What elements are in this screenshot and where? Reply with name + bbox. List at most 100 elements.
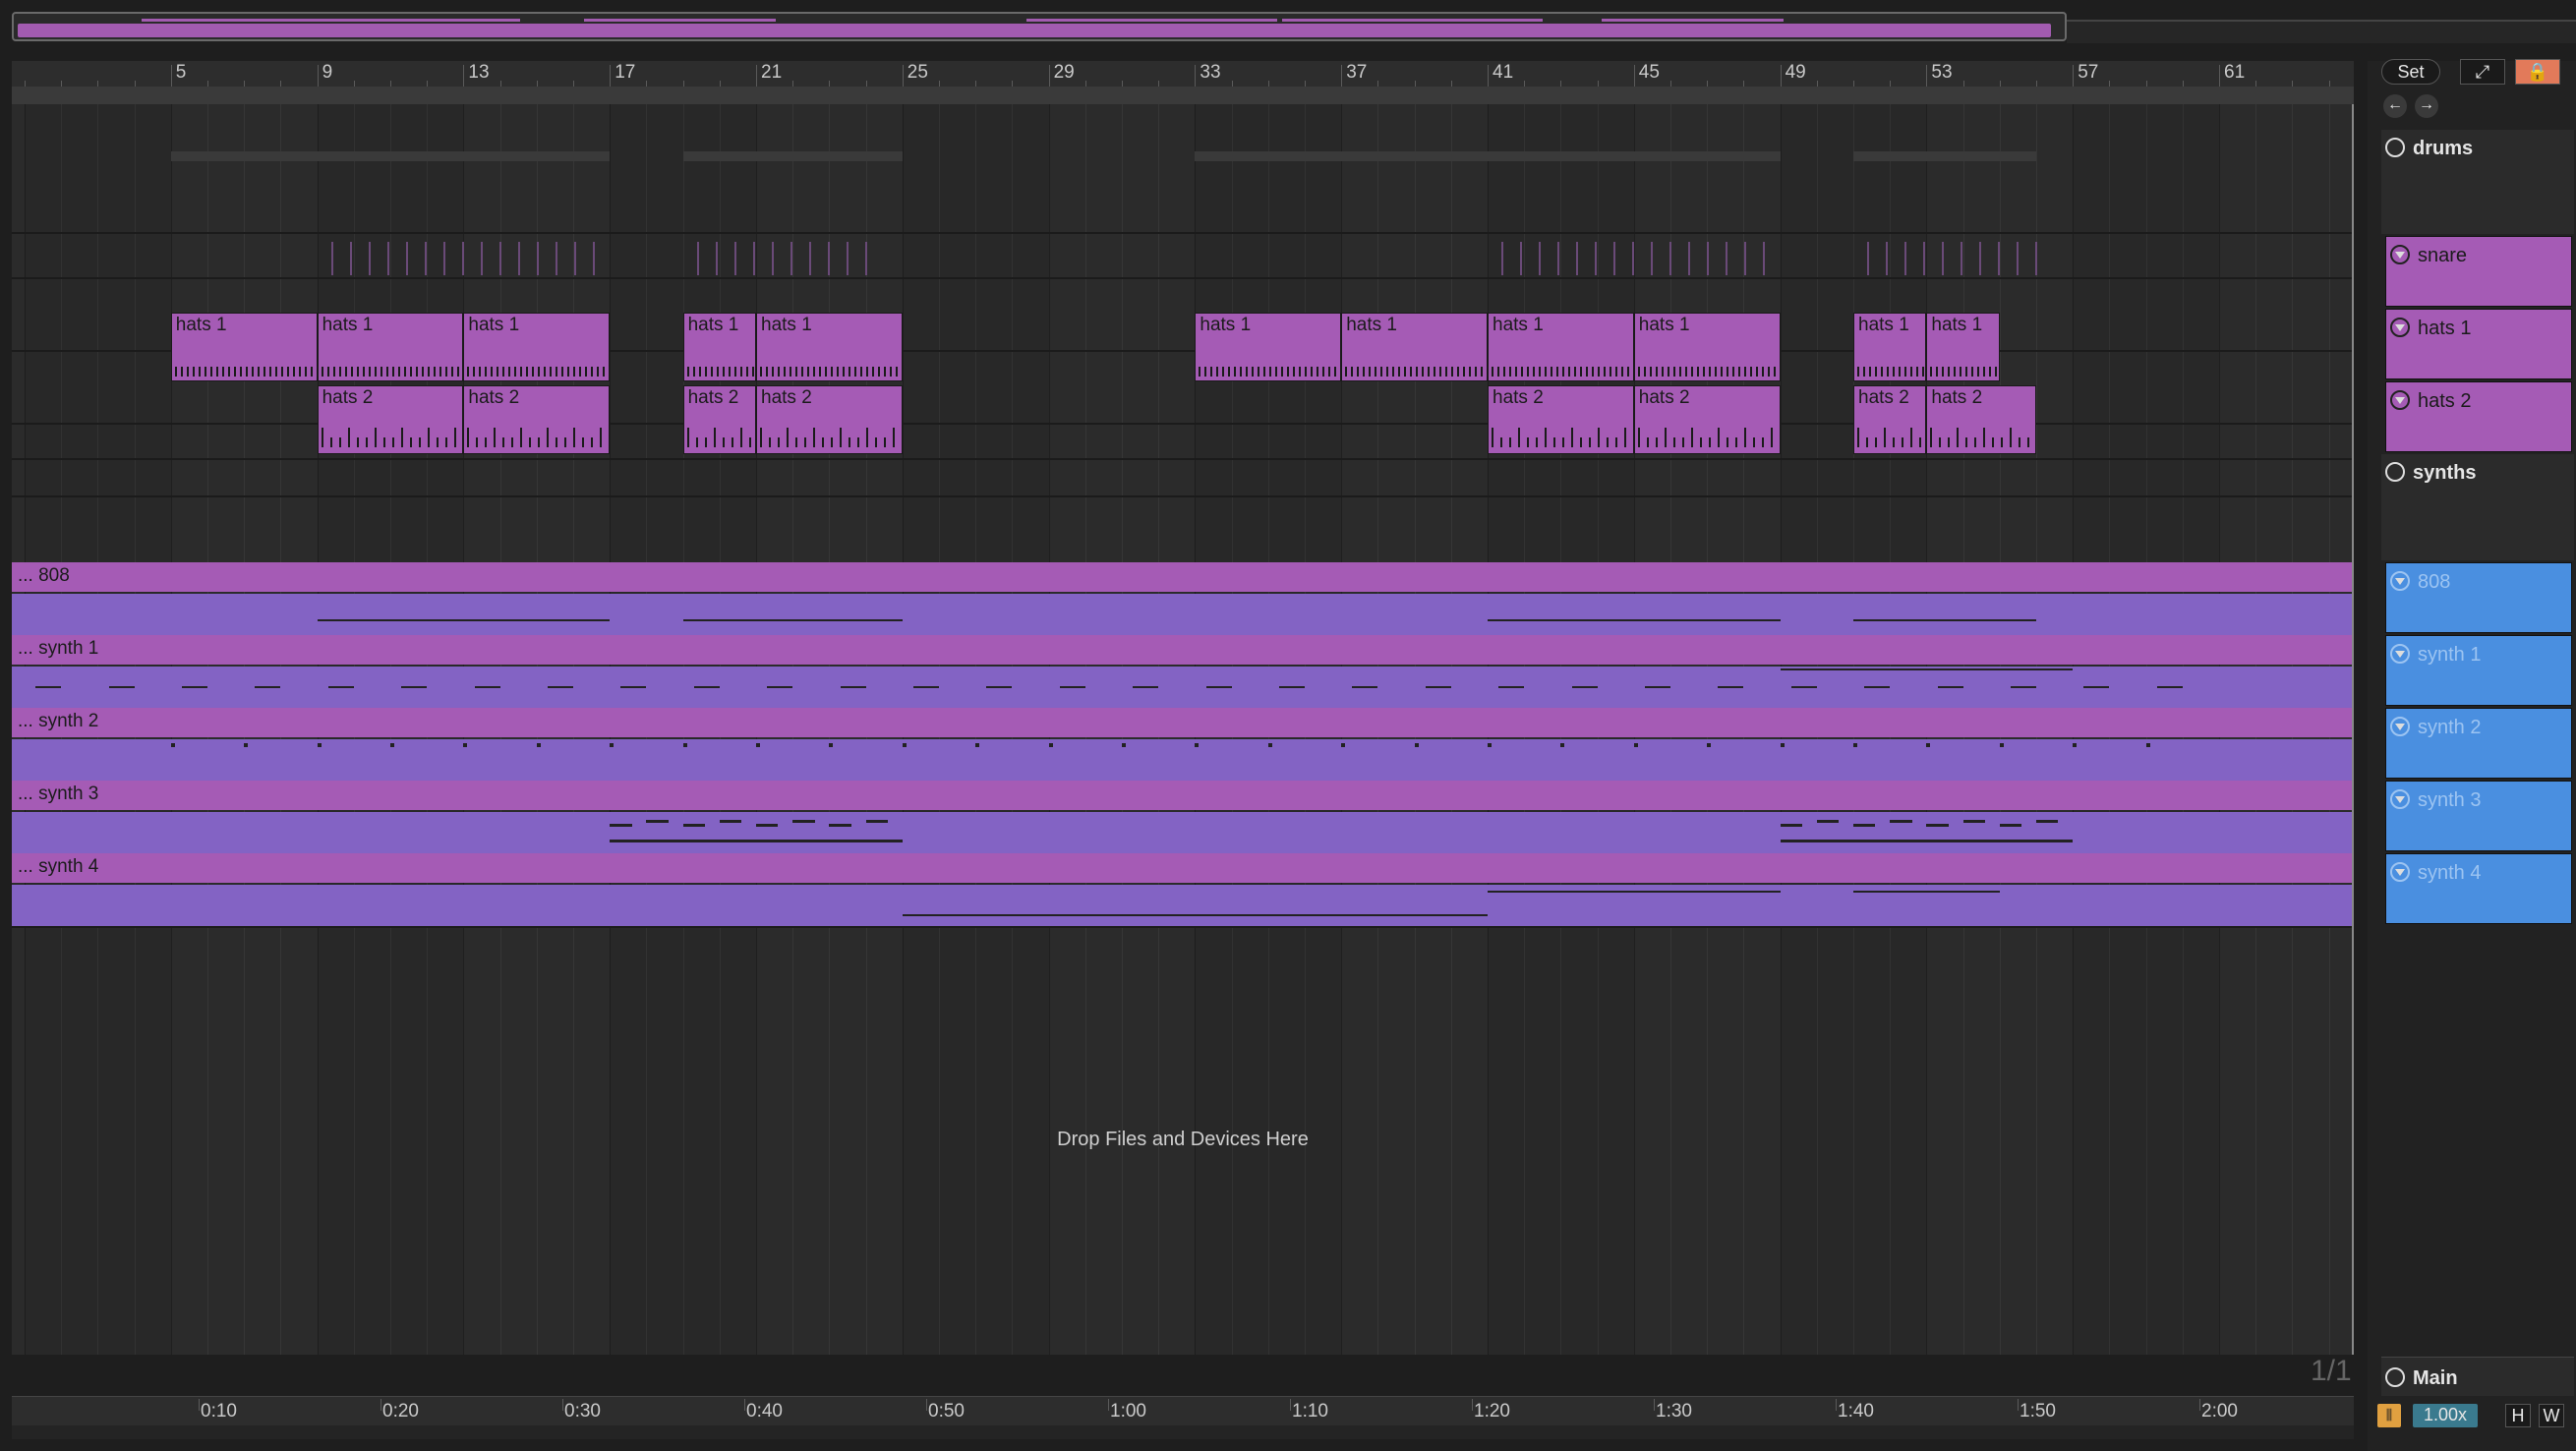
midi-note — [878, 367, 880, 377]
track-header-synth-3[interactable]: synth 3 — [2385, 781, 2572, 851]
midi-note — [1977, 367, 1980, 377]
midi-note — [257, 367, 260, 377]
track-header-synth-4[interactable]: synth 4 — [2385, 853, 2572, 924]
time-label: 0:40 — [746, 1401, 783, 1422]
note-line — [1890, 820, 1912, 823]
back-arrow-icon[interactable]: ← — [2383, 94, 2407, 118]
clip-hats-2[interactable]: hats 2 — [1488, 385, 1634, 454]
midi-note — [1863, 367, 1865, 377]
snare-hit — [1744, 242, 1746, 275]
track-header-808[interactable]: 808 — [2385, 562, 2572, 633]
midi-note — [491, 367, 494, 377]
note-dot — [756, 743, 760, 747]
note-line — [902, 914, 1488, 916]
midi-note — [556, 367, 558, 377]
clip-hats-1[interactable]: hats 1 — [1195, 313, 1342, 381]
midi-note — [421, 367, 424, 377]
clip-hats-1[interactable]: hats 1 — [1853, 313, 1927, 381]
fold-icon[interactable] — [2390, 717, 2410, 736]
note-dot — [1853, 743, 1857, 747]
set-button[interactable]: Set — [2381, 59, 2440, 85]
clip-hats-1[interactable]: hats 1 — [682, 313, 756, 381]
snare-hit — [480, 242, 483, 275]
fold-icon[interactable] — [2390, 571, 2410, 591]
group-fold-icon[interactable] — [2385, 138, 2405, 157]
arrangement-overview[interactable] — [12, 12, 2067, 41]
track-header-synth-1[interactable]: synth 1 — [2385, 635, 2572, 706]
fold-icon[interactable] — [2390, 789, 2410, 809]
lock-icon[interactable]: 🔒 — [2515, 59, 2560, 85]
note-dot — [1633, 743, 1638, 747]
fold-icon[interactable] — [2390, 644, 2410, 664]
clip-hats-1[interactable]: hats 1 — [756, 313, 903, 381]
clip-hats-2[interactable]: hats 2 — [682, 385, 756, 454]
midi-note — [514, 367, 517, 377]
group-clip-overview — [317, 151, 611, 161]
overview-background — [2067, 20, 2576, 43]
midi-note — [221, 367, 224, 377]
snare-hit — [1613, 242, 1615, 275]
forward-arrow-icon[interactable]: → — [2415, 94, 2438, 118]
clip-hats-2[interactable]: hats 2 — [317, 385, 464, 454]
overview-clip-mark — [1026, 19, 1159, 22]
midi-note — [1533, 367, 1535, 377]
horizontal-scrollbar[interactable] — [12, 1425, 2354, 1439]
track-header-hats-2[interactable]: hats 2 — [2385, 381, 2572, 452]
clip-synth-1[interactable]: ... synth 1 — [12, 635, 2354, 708]
note-line — [646, 820, 669, 823]
note-dot — [1780, 743, 1785, 747]
bar-number: 9 — [322, 62, 333, 83]
clip-hats-2[interactable]: hats 2 — [756, 385, 903, 454]
midi-note — [494, 428, 497, 447]
track-header-synth-2[interactable]: synth 2 — [2385, 708, 2572, 779]
arrangement-view[interactable]: hats 1 hats 1 hats 1 hats 1 hats 1 hats 1 hats… — [12, 104, 2354, 1355]
play-icon[interactable] — [2385, 1367, 2405, 1387]
midi-note — [1404, 367, 1407, 377]
track-header-drums[interactable]: drums — [2381, 130, 2574, 234]
fold-icon[interactable] — [2390, 318, 2410, 337]
clip-808[interactable]: ... 808 — [12, 562, 2354, 635]
note-line — [1644, 686, 1670, 688]
clip-hats-1[interactable]: hats 1 — [1633, 313, 1781, 381]
midi-note — [2027, 437, 2030, 447]
clip-hats-1[interactable]: hats 1 — [1488, 313, 1634, 381]
clip-hats-2[interactable]: hats 2 — [1926, 385, 2036, 454]
snare-hit — [733, 242, 736, 275]
overview-visible-range[interactable] — [18, 24, 2051, 37]
w-button[interactable]: W — [2539, 1404, 2564, 1427]
track-header-snare[interactable]: snare — [2385, 236, 2572, 307]
clip-hats-1[interactable]: hats 1 — [463, 313, 611, 381]
track-header-synths[interactable]: synths — [2381, 454, 2574, 560]
clip-label: hats 1 — [175, 315, 227, 335]
track-header-hats-1[interactable]: hats 1 — [2385, 309, 2572, 379]
group-fold-icon[interactable] — [2385, 462, 2405, 482]
midi-note — [556, 437, 558, 447]
clip-hats-1[interactable]: hats 1 — [1341, 313, 1488, 381]
fold-icon[interactable] — [2390, 862, 2410, 882]
midi-note — [1521, 367, 1523, 377]
clip-hats-2[interactable]: hats 2 — [1853, 385, 1927, 454]
fold-icon[interactable] — [2390, 390, 2410, 410]
h-button[interactable]: H — [2505, 1404, 2531, 1427]
midi-note — [591, 367, 594, 377]
clip-hats-1[interactable]: hats 1 — [170, 313, 318, 381]
midi-note — [1509, 437, 1511, 447]
zoom-value[interactable]: 1.00x — [2413, 1404, 2478, 1427]
loop-brace-strip[interactable] — [12, 87, 2354, 105]
note-line — [1999, 824, 2022, 827]
midi-note — [710, 367, 713, 377]
track-header-main[interactable]: Main — [2381, 1357, 2574, 1396]
clip-hats-2[interactable]: hats 2 — [1633, 385, 1781, 454]
expand-icon[interactable]: ⤢ — [2460, 59, 2505, 85]
midi-note — [1551, 367, 1552, 377]
fold-icon[interactable] — [2390, 245, 2410, 264]
midi-note — [1690, 367, 1693, 377]
midi-note — [1899, 367, 1901, 377]
clip-hats-1[interactable]: hats 1 — [317, 313, 464, 381]
midi-note — [321, 367, 323, 377]
midi-arrangement-icon[interactable]: ⫼ — [2377, 1404, 2401, 1427]
clip-hats-2[interactable]: hats 2 — [463, 385, 611, 454]
clip-hats-1[interactable]: hats 1 — [1926, 313, 2000, 381]
time-ruler[interactable]: 0:10 0:20 0:30 0:40 0:50 1:00 1:10 1:20 1:30 1:40… — [12, 1396, 2354, 1426]
ruler-tick — [2219, 65, 2220, 81]
